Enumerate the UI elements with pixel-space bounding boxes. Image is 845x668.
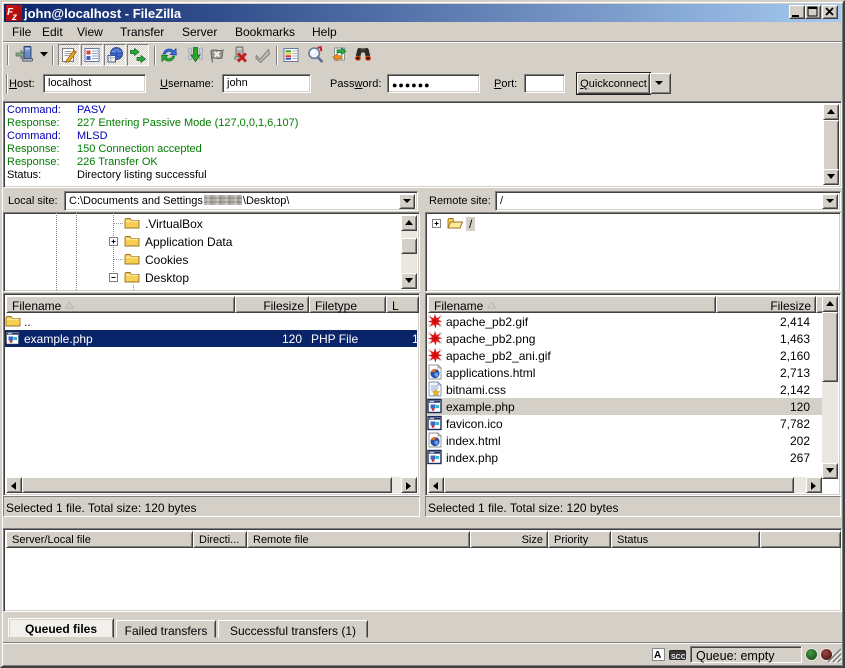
svg-text:SCO: SCO [671,654,685,660]
svg-text:z: z [11,12,17,21]
svg-text:A: A [654,650,661,660]
